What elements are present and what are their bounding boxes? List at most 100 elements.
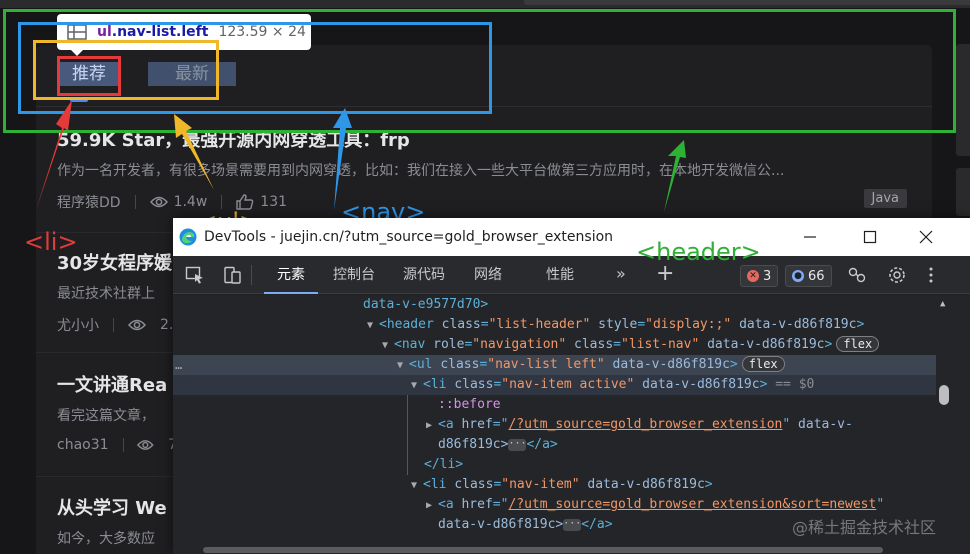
message-badge[interactable]: ● 66 bbox=[785, 265, 832, 287]
tab-sources[interactable]: 源代码 bbox=[393, 256, 455, 294]
maximize-icon bbox=[863, 230, 877, 244]
selected-marker: == $0 bbox=[775, 377, 815, 392]
dom-node-nav[interactable]: ▼ <nav role="navigation" class="list-nav"… bbox=[382, 335, 880, 356]
article-item[interactable]: 一文讲通Rea 看完这篇文章， chao31 7 bbox=[57, 371, 177, 453]
vertical-scrollbar[interactable] bbox=[936, 295, 970, 554]
message-count: 66 bbox=[808, 268, 825, 284]
eye-icon bbox=[128, 319, 146, 331]
dom-node-li-active[interactable]: ▼ <li class="nav-item active" data-v-d86f… bbox=[411, 375, 814, 395]
dom-close-li[interactable]: </li> bbox=[424, 455, 463, 475]
attr-value: "nav-list left" bbox=[487, 357, 605, 372]
expand-triangle-icon[interactable]: ▶ bbox=[426, 496, 438, 516]
tag-name: li bbox=[430, 377, 447, 392]
attr-name: d86f819c> bbox=[438, 437, 509, 452]
collapse-triangle-icon[interactable]: ▼ bbox=[382, 336, 394, 356]
device-toolbar-icon[interactable] bbox=[223, 266, 243, 284]
close-tag: </li> bbox=[424, 457, 464, 472]
article-item[interactable]: 30岁女程序媛 最近技术社群上 尤小小 2. bbox=[57, 249, 177, 335]
article-tag[interactable]: Java bbox=[863, 189, 907, 208]
article-item[interactable]: 59.9K Star，最强开源内网穿透工具：frp 作为一名开发者，有很多场景需… bbox=[57, 126, 917, 212]
close-icon bbox=[919, 230, 933, 244]
attr-name: data-v-d86f819c bbox=[642, 377, 760, 392]
watermark: @稀土掘金技术社区 bbox=[792, 518, 937, 537]
close-button[interactable] bbox=[915, 226, 937, 248]
tab-console[interactable]: 控制台 bbox=[323, 256, 385, 294]
dom-node-ul[interactable]: ▼ <ul class="nav-list left" data-v-d86f81… bbox=[397, 355, 785, 375]
li-label: <li> bbox=[24, 228, 78, 256]
collapse-triangle-icon[interactable]: ▼ bbox=[397, 356, 409, 376]
collapse-triangle-icon[interactable]: ▼ bbox=[411, 476, 423, 496]
tag-name: a bbox=[445, 417, 454, 432]
expand-triangle-icon[interactable]: ▶ bbox=[426, 416, 438, 436]
error-badge[interactable]: ✕ 3 bbox=[740, 265, 779, 287]
row-options-icon[interactable]: … bbox=[175, 358, 182, 372]
article-meta: 程序猿DD 1.4w 131 bbox=[57, 192, 917, 212]
header-label: <header> bbox=[636, 238, 761, 266]
article-author[interactable]: 程序猿DD bbox=[57, 192, 121, 212]
attr-name: data-v- bbox=[798, 417, 853, 432]
attr-name: data-v-d86f819c> bbox=[438, 517, 564, 532]
attr-link[interactable]: /?utm_source=gold_browser_extension&sort… bbox=[508, 497, 876, 512]
collapse-triangle-icon[interactable]: ▼ bbox=[367, 316, 379, 336]
scroll-up-icon[interactable]: ▲ bbox=[940, 299, 945, 309]
collapsed-content-icon[interactable]: ··· bbox=[563, 518, 581, 531]
collapse-triangle-icon[interactable]: ▼ bbox=[411, 376, 423, 396]
maximize-button[interactable] bbox=[859, 226, 881, 248]
dom-line-continued[interactable]: d86f819c>···</a> bbox=[438, 435, 558, 455]
tab-network[interactable]: 网络 bbox=[463, 256, 513, 294]
attr-link[interactable]: /?utm_source=gold_browser_extension bbox=[508, 417, 782, 432]
tab-performance[interactable]: 性能 bbox=[535, 256, 585, 294]
minimize-button[interactable] bbox=[799, 226, 821, 248]
article-meta: chao31 7 bbox=[57, 437, 177, 453]
article-author[interactable]: 尤小小 bbox=[57, 315, 99, 335]
attr-name: role bbox=[433, 337, 465, 352]
dom-line[interactable]: data-v-e9577d70> bbox=[363, 295, 488, 315]
dom-pseudo-before[interactable]: ::before bbox=[438, 395, 501, 415]
attr-name: class bbox=[454, 477, 494, 492]
dom-node-li[interactable]: ▼ <li class="nav-item" data-v-d86f819c> bbox=[411, 475, 713, 495]
tag-name: header bbox=[386, 317, 434, 332]
top-bar bbox=[524, 0, 970, 5]
inspect-element-icon[interactable] bbox=[185, 266, 205, 284]
article-meta: 尤小小 2. bbox=[57, 315, 177, 335]
pseudo-element: ::before bbox=[438, 397, 501, 412]
message-icon: ● bbox=[792, 270, 804, 282]
tab-elements[interactable]: 元素 bbox=[264, 256, 318, 294]
attr-name: class bbox=[440, 357, 480, 372]
meta-divider bbox=[134, 195, 136, 209]
dom-line-continued[interactable]: data-v-d86f819c>···</a> bbox=[438, 515, 613, 535]
close-tag: </a> bbox=[526, 437, 558, 452]
devtools-titlebar[interactable]: DevTools - juejin.cn/?utm_source=gold_br… bbox=[173, 218, 970, 256]
attr-name: class bbox=[441, 317, 481, 332]
horizontal-scrollbar[interactable] bbox=[203, 547, 883, 553]
attr-name: href bbox=[461, 417, 493, 432]
error-icon: ✕ bbox=[747, 270, 759, 282]
collapsed-content-icon[interactable]: ··· bbox=[508, 438, 527, 451]
side-panel-2 bbox=[956, 168, 970, 216]
article-item[interactable]: 从头学习 We 如今，大多数应 bbox=[57, 494, 177, 548]
customize-icon[interactable] bbox=[847, 266, 867, 284]
article-divider bbox=[36, 352, 173, 353]
close-tag: </a> bbox=[581, 517, 613, 532]
dom-node-header[interactable]: ▼ <header class="list-header" style="disp… bbox=[367, 315, 864, 335]
article-title[interactable]: 一文讲通Rea bbox=[57, 371, 177, 397]
article-title[interactable]: 从头学习 We bbox=[57, 494, 177, 520]
tag-name: a bbox=[445, 497, 454, 512]
article-desc: 作为一名开发者，有很多场景需要用到内网穿透，比如：我们在接入一些大平台做第三方应… bbox=[57, 163, 785, 179]
attr-name: data-v-d86f819c bbox=[612, 357, 730, 372]
article-author[interactable]: chao31 bbox=[57, 437, 109, 453]
flex-badge[interactable]: flex bbox=[836, 336, 880, 352]
attr-name: class bbox=[574, 337, 614, 352]
flex-badge[interactable]: flex bbox=[741, 356, 785, 372]
attr-value: "navigation" bbox=[472, 337, 567, 352]
attr-value: "nav-item" bbox=[501, 477, 580, 492]
dom-node-a[interactable]: ▶ <a href="/?utm_source=gold_browser_exte… bbox=[426, 415, 853, 435]
attr-name: data-v-d86f819c bbox=[739, 317, 857, 332]
tag-name: ul bbox=[416, 357, 433, 372]
dom-node-a[interactable]: ▶ <a href="/?utm_source=gold_browser_exte… bbox=[426, 495, 884, 515]
scroll-thumb[interactable] bbox=[939, 385, 949, 405]
more-options-icon[interactable] bbox=[925, 266, 937, 284]
settings-gear-icon[interactable] bbox=[887, 266, 907, 284]
more-tabs-icon[interactable]: » bbox=[616, 264, 626, 283]
likes-count: 131 bbox=[260, 194, 288, 210]
